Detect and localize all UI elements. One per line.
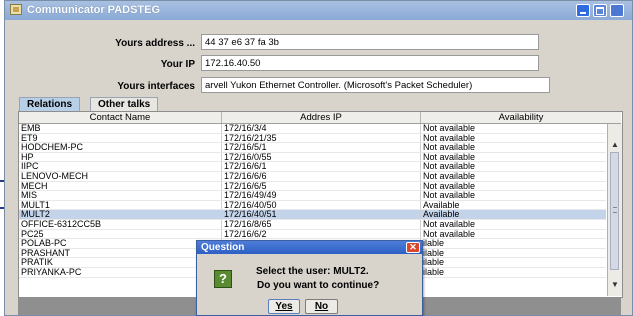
ip-cell: 172/16/3/4 (222, 124, 421, 133)
title-bar[interactable]: Communicator PADSTEG (5, 1, 632, 20)
availability-cell: ilable (423, 267, 445, 277)
ip-cell: 172/16/6/5 (222, 181, 421, 191)
availability-cell: ilable (423, 258, 445, 267)
ip-cell: 172/16/0/55 (222, 152, 421, 162)
contact-name-cell: MULT1 (19, 200, 222, 210)
availability-cell: Not available (423, 171, 476, 181)
dialog-message-line1: Select the user: MULT2. (256, 266, 369, 277)
tab-relations[interactable]: Relations (19, 97, 81, 111)
grip-icon (613, 207, 617, 213)
contact-name-cell: IIPC (19, 162, 222, 171)
availability-cell: Available (423, 200, 460, 210)
availability-cell: Not available (423, 229, 476, 239)
contact-name-cell: LENOVO-MECH (19, 171, 222, 181)
ip-cell: 172/16/5/1 (222, 143, 421, 152)
contact-name-cell: PRIYANKA-PC (19, 267, 222, 277)
column-header-contact-name[interactable]: Contact Name (19, 112, 222, 123)
availability-cell: Not available (423, 152, 476, 162)
availability-cell: Not available (423, 181, 476, 191)
ip-field[interactable]: 172.16.40.50 (201, 55, 539, 71)
availability-cell: Not available (423, 133, 476, 143)
question-icon: ? (214, 270, 232, 288)
interfaces-label: Yours interfaces (117, 81, 195, 92)
dialog-title: Question (201, 242, 245, 253)
table-row[interactable]: MULT1 172/16/40/50 Available (19, 200, 606, 211)
question-dialog: Question ✕ ? Select the user: MULT2. Do … (196, 240, 423, 316)
contact-name-cell: POLAB-PC (19, 239, 222, 248)
table-row[interactable]: ET9 172/16/21/35 Not available (19, 133, 606, 144)
column-header-ip[interactable]: Addres IP (222, 112, 421, 123)
contact-name-cell: EMB (19, 124, 222, 133)
table-row[interactable]: PC25 172/16/6/2 Not available (19, 229, 606, 240)
ip-cell: 172/16/21/35 (222, 133, 421, 143)
app-icon (10, 4, 22, 15)
availability-cell: Available (423, 210, 460, 219)
ip-cell: 172/16/6/6 (222, 171, 421, 181)
table-header: Contact Name Addres IP Availability (19, 112, 621, 124)
table-row[interactable]: MECH 172/16/6/5 Not available (19, 181, 606, 192)
table-row[interactable]: HP 172/16/0/55 Not available (19, 152, 606, 163)
availability-cell: Not available (423, 191, 476, 200)
contact-name-cell: MULT2 (19, 210, 222, 219)
contact-name-cell: HODCHEM-PC (19, 143, 222, 152)
address-field[interactable]: 44 37 e6 37 fa 3b (201, 34, 539, 50)
table-row[interactable]: HODCHEM-PC 172/16/5/1 Not available (19, 143, 606, 153)
table-row[interactable]: MIS 172/16/49/49 Not available (19, 191, 606, 201)
scrollbar-thumb[interactable] (610, 152, 619, 270)
availability-cell: Not available (423, 124, 476, 133)
contact-name-cell: HP (19, 152, 222, 162)
table-row[interactable]: MULT2 172/16/40/51 Available (19, 210, 606, 220)
contact-name-cell: MIS (19, 191, 222, 200)
ip-cell: 172/16/8/65 (222, 219, 421, 229)
yes-button[interactable]: Yes (268, 299, 300, 314)
contact-name-cell: ET9 (19, 133, 222, 143)
no-button[interactable]: No (305, 299, 338, 314)
availability-cell: ilable (423, 248, 445, 258)
availability-cell: Not available (423, 219, 476, 229)
contact-name-cell: PRASHANT (19, 248, 222, 258)
contact-name-cell: OFFICE-6312CC5B (19, 219, 222, 229)
ip-cell: 172/16/49/49 (222, 191, 421, 200)
maximize-button[interactable] (593, 4, 607, 17)
no-button-label: No (314, 301, 329, 312)
dialog-message-line2: Do you want to continue? (257, 280, 380, 291)
minimize-button[interactable] (576, 4, 590, 17)
contact-name-cell: PC25 (19, 229, 222, 239)
dialog-close-button[interactable]: ✕ (406, 242, 420, 253)
availability-cell: Not available (423, 162, 476, 171)
table-row[interactable]: IIPC 172/16/6/1 Not available (19, 162, 606, 172)
close-button[interactable] (610, 4, 624, 17)
availability-cell: ilable (423, 239, 445, 248)
contact-name-cell: PRATIK (19, 258, 222, 267)
table-row[interactable]: OFFICE-6312CC5B 172/16/8/65 Not available (19, 219, 606, 230)
ip-cell: 172/16/6/2 (222, 229, 421, 239)
ip-label: Your IP (160, 59, 195, 70)
scroll-down-arrow-icon[interactable]: ▼ (610, 280, 620, 290)
address-label: Yours address ... (115, 38, 195, 49)
scroll-up-arrow-icon[interactable]: ▲ (610, 140, 620, 150)
yes-button-label: Yes (275, 301, 293, 312)
ip-cell: 172/16/40/51 (222, 210, 421, 219)
column-header-availability[interactable]: Availability (421, 112, 621, 123)
interfaces-field[interactable]: arvell Yukon Ethernet Controller. (Micro… (201, 77, 550, 93)
table-row[interactable]: LENOVO-MECH 172/16/6/6 Not available (19, 171, 606, 182)
window-title: Communicator PADSTEG (27, 4, 161, 16)
tab-other-talks[interactable]: Other talks (90, 97, 159, 111)
ip-cell: 172/16/40/50 (222, 200, 421, 210)
availability-cell: Not available (423, 143, 476, 152)
dialog-title-bar[interactable]: Question ✕ (197, 241, 422, 254)
ip-cell: 172/16/6/1 (222, 162, 421, 171)
table-row[interactable]: EMB 172/16/3/4 Not available (19, 124, 606, 134)
contact-name-cell: MECH (19, 181, 222, 191)
vertical-scrollbar[interactable]: ▲ ▼ (607, 124, 622, 296)
